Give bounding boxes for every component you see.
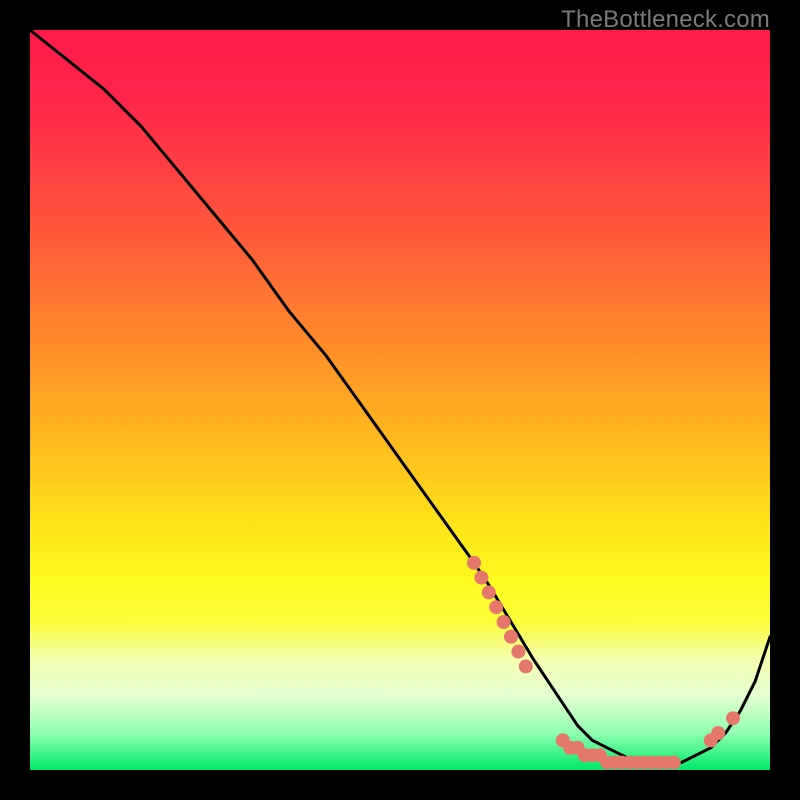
plot-area	[30, 30, 770, 770]
chart-frame: TheBottleneck.com	[0, 0, 800, 800]
marker-dots	[467, 556, 740, 770]
marker-dot	[711, 726, 725, 740]
chart-svg	[30, 30, 770, 770]
marker-dot	[482, 585, 496, 599]
marker-dot	[667, 756, 681, 770]
marker-dot	[519, 659, 533, 673]
marker-dot	[467, 556, 481, 570]
marker-dot	[726, 711, 740, 725]
marker-dot	[489, 600, 503, 614]
marker-dot	[497, 615, 511, 629]
main-curve	[30, 30, 770, 763]
marker-dot	[511, 645, 525, 659]
marker-dot	[504, 630, 518, 644]
marker-dot	[474, 571, 488, 585]
